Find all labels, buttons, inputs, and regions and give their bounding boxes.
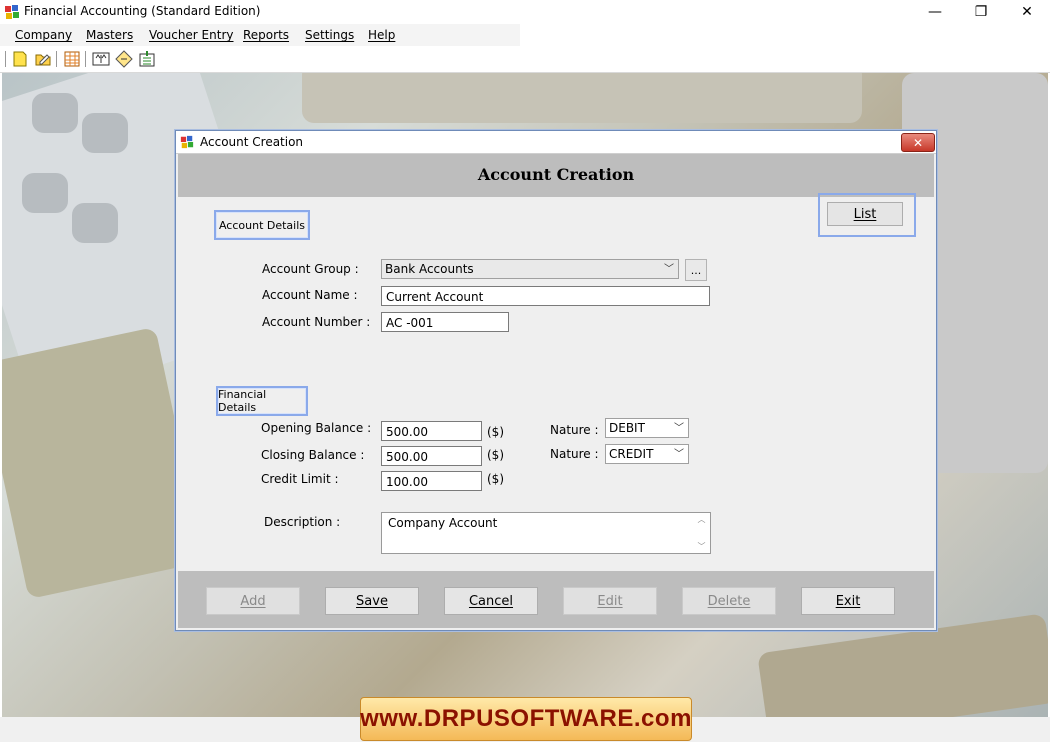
save-button-label: Save — [356, 593, 388, 609]
balance-icon[interactable] — [92, 50, 110, 68]
chevron-down-icon: ﹀ — [674, 423, 684, 434]
brand-banner: www.DRPUSOFTWARE.com — [360, 697, 692, 741]
account-group-value: Bank Accounts — [385, 262, 474, 276]
app-icon — [5, 5, 19, 19]
minimize-button[interactable]: — — [912, 0, 958, 24]
menu-reports[interactable]: Reports — [243, 28, 289, 42]
credit-limit-label: Credit Limit : — [261, 472, 339, 486]
account-number-label: Account Number : — [262, 315, 371, 329]
dialog-title-bar: Account Creation ✕ — [176, 131, 936, 154]
grid-icon[interactable] — [63, 50, 81, 68]
list-button-frame: List — [818, 193, 916, 237]
financial-details-label: Financial Details — [216, 386, 308, 416]
opening-balance-label: Opening Balance : — [261, 421, 372, 435]
account-details-label: Account Details — [214, 210, 310, 240]
window-title: Financial Accounting (Standard Edition) — [24, 4, 261, 18]
dialog-app-icon — [180, 135, 194, 149]
heading-band: Account Creation — [178, 154, 934, 197]
save-button[interactable]: Save — [325, 587, 419, 615]
close-window-button[interactable]: ✕ — [1004, 0, 1050, 24]
menu-company[interactable]: Company — [15, 28, 72, 42]
scroll-up-icon[interactable]: ︿ — [698, 514, 706, 525]
description-label: Description : — [264, 515, 341, 529]
add-button-label: Add — [240, 593, 266, 609]
new-icon[interactable] — [11, 50, 29, 68]
closing-nature-select[interactable]: CREDIT ﹀ — [605, 444, 689, 464]
dialog-title: Account Creation — [200, 135, 304, 149]
chevron-down-icon: ﹀ — [674, 449, 684, 460]
edit-button-label: Edit — [597, 593, 623, 609]
add-button[interactable]: Add — [206, 587, 300, 615]
credit-limit-input[interactable]: 100.00 — [381, 471, 482, 491]
page-title: Account Creation — [477, 165, 635, 184]
scroll-down-icon[interactable]: ﹀ — [698, 541, 706, 552]
toolbar — [0, 46, 1050, 73]
account-name-input[interactable]: Current Account — [381, 286, 710, 306]
credit-limit-unit: ($) — [487, 472, 504, 486]
closing-balance-unit: ($) — [487, 448, 504, 462]
opening-nature-label: Nature : — [550, 423, 599, 437]
dialog-close-button[interactable]: ✕ — [901, 133, 935, 152]
browse-group-button[interactable]: ... — [685, 259, 707, 281]
menu-settings[interactable]: Settings — [305, 28, 354, 42]
voucher-icon[interactable] — [115, 50, 133, 68]
account-group-select[interactable]: Bank Accounts ﹀ — [381, 259, 679, 279]
delete-button[interactable]: Delete — [682, 587, 776, 615]
menu-bar: Company Masters Voucher Entry Reports Se… — [0, 24, 1050, 46]
action-bar: Add Save Cancel Edit Delete Exit — [178, 571, 934, 628]
exit-button[interactable]: Exit — [801, 587, 895, 615]
description-value: Company Account — [388, 516, 498, 530]
export-icon[interactable] — [138, 50, 156, 68]
closing-balance-label: Closing Balance : — [261, 448, 365, 462]
description-scrollbar[interactable]: ︿ ﹀ — [694, 514, 709, 552]
list-button[interactable]: List — [827, 202, 903, 226]
closing-nature-value: CREDIT — [609, 447, 654, 461]
opening-balance-input[interactable]: 500.00 — [381, 421, 482, 441]
closing-nature-label: Nature : — [550, 447, 599, 461]
account-name-label: Account Name : — [262, 288, 358, 302]
list-button-label: List — [853, 206, 877, 222]
edit-button[interactable]: Edit — [563, 587, 657, 615]
cancel-button[interactable]: Cancel — [444, 587, 538, 615]
opening-nature-value: DEBIT — [609, 421, 645, 435]
account-group-label: Account Group : — [262, 262, 359, 276]
menu-masters[interactable]: Masters — [86, 28, 133, 42]
delete-button-label: Delete — [707, 593, 751, 609]
menu-help[interactable]: Help — [368, 28, 395, 42]
opening-balance-unit: ($) — [487, 425, 504, 439]
account-creation-dialog: Account Creation ✕ Account Creation Acco… — [175, 130, 937, 631]
opening-nature-select[interactable]: DEBIT ﹀ — [605, 418, 689, 438]
cancel-button-label: Cancel — [468, 593, 514, 609]
open-icon[interactable] — [34, 50, 52, 68]
exit-button-label: Exit — [835, 593, 861, 609]
menu-voucher-entry[interactable]: Voucher Entry — [149, 28, 234, 42]
closing-balance-input[interactable]: 500.00 — [381, 446, 482, 466]
maximize-button[interactable]: ❐ — [958, 0, 1004, 24]
account-number-input[interactable]: AC -001 — [381, 312, 509, 332]
chevron-down-icon: ﹀ — [664, 264, 674, 275]
description-textarea[interactable]: Company Account ︿ ﹀ — [381, 512, 711, 554]
title-bar: Financial Accounting (Standard Edition) … — [0, 0, 1050, 24]
